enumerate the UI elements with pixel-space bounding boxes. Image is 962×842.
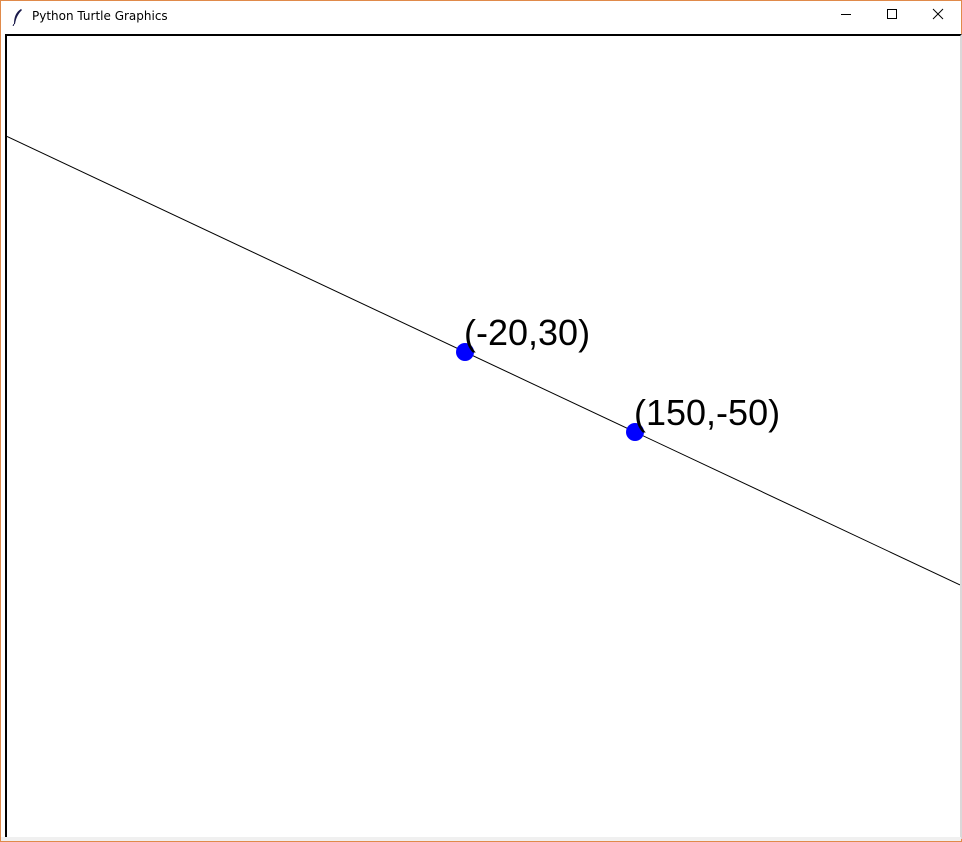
maximize-icon xyxy=(886,7,898,25)
close-icon xyxy=(932,7,944,25)
feather-icon xyxy=(10,8,26,27)
drawing-surface: (-20,30) (150,-50) xyxy=(7,136,960,586)
title-bar[interactable]: Python Turtle Graphics xyxy=(1,1,961,33)
points-group: (-20,30) (150,-50) xyxy=(456,312,780,441)
window-title: Python Turtle Graphics xyxy=(32,9,168,23)
minimize-icon xyxy=(840,7,852,25)
bottom-border xyxy=(1,837,961,841)
point-label: (150,-50) xyxy=(634,392,780,433)
turtle-canvas[interactable]: (-20,30) (150,-50) xyxy=(5,34,962,839)
line-through-points xyxy=(7,136,960,586)
close-button[interactable] xyxy=(915,1,961,31)
point-label: (-20,30) xyxy=(464,312,590,353)
maximize-button[interactable] xyxy=(869,1,915,31)
minimize-button[interactable] xyxy=(823,1,869,31)
turtle-window: Python Turtle Graphics (-20,30) (150,-50… xyxy=(0,0,962,842)
